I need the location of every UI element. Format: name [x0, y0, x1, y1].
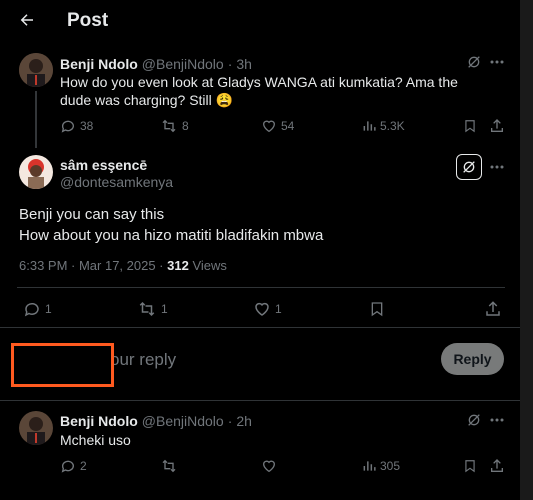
repost-icon [137, 300, 157, 318]
separator-dot: · [227, 56, 233, 72]
post-time[interactable]: 3h [236, 56, 252, 72]
post-text: How do you even look at Gladys WANGA ati… [60, 74, 458, 108]
like-action[interactable]: 1 [253, 300, 282, 318]
heart-icon[interactable] [261, 458, 277, 474]
post-header: Benji Ndolo @BenjiNdolo · 3h [60, 56, 252, 72]
views-icon [362, 458, 376, 474]
share-icon[interactable] [484, 300, 502, 318]
repost-icon[interactable] [160, 458, 178, 474]
heart-icon [253, 300, 271, 318]
divider [0, 400, 520, 401]
grok-icon[interactable] [466, 412, 482, 428]
reply-count: 38 [80, 119, 94, 133]
post-timestamp[interactable]: 6:33 PM · Mar 17, 2025 · [19, 258, 167, 273]
more-icon[interactable] [489, 55, 505, 69]
more-icon[interactable] [489, 413, 505, 427]
views-count: 5.3K [380, 119, 405, 133]
share-icon[interactable] [489, 118, 505, 134]
post-text: Mcheki uso [60, 432, 131, 448]
bookmark-icon[interactable] [369, 300, 385, 318]
post-meta: 6:33 PM · Mar 17, 2025 · 312 Views [19, 258, 227, 273]
views-label: Views [188, 258, 227, 273]
bookmark-icon[interactable] [463, 458, 477, 474]
like-action[interactable]: 54 [261, 118, 294, 134]
views-count: 312 [167, 258, 189, 273]
divider [17, 287, 505, 288]
post-time[interactable]: 2h [236, 413, 252, 429]
post-text-line: Benji you can say this [19, 206, 165, 223]
views-action[interactable]: 305 [362, 458, 400, 474]
avatar[interactable] [19, 411, 53, 445]
reply-count: 1 [45, 302, 52, 316]
author-name[interactable]: sâm esşencē [60, 157, 147, 173]
like-count: 54 [281, 119, 295, 133]
thread-line [35, 91, 37, 148]
author-handle[interactable]: @dontesamkenya [60, 174, 173, 190]
divider [0, 327, 520, 328]
views-icon [362, 118, 376, 134]
author-name[interactable]: Benji Ndolo [60, 56, 138, 72]
reply-composer-input[interactable]: our reply [110, 350, 176, 370]
reply-icon [60, 458, 76, 474]
reply-icon [23, 300, 41, 318]
author-handle[interactable]: @BenjiNdolo [142, 413, 224, 429]
back-arrow-icon[interactable] [18, 11, 36, 29]
highlight-box [11, 343, 114, 387]
post-text-line: How about you na hizo matiti bladifakin … [19, 227, 324, 244]
reply-action[interactable]: 2 [60, 458, 87, 474]
reply-action[interactable]: 38 [60, 118, 93, 134]
scrollbar[interactable] [520, 0, 533, 500]
avatar[interactable] [19, 53, 53, 87]
post-body: Benji you can say this How about you na … [19, 204, 323, 246]
grok-icon[interactable] [456, 154, 482, 180]
more-icon[interactable] [489, 160, 505, 174]
share-icon[interactable] [489, 458, 505, 474]
repost-count: 8 [182, 119, 189, 133]
author-handle[interactable]: @BenjiNdolo [142, 56, 224, 72]
like-count: 1 [275, 302, 282, 316]
reply-button[interactable]: Reply [441, 343, 504, 375]
heart-icon [261, 118, 277, 134]
repost-action[interactable]: 1 [137, 300, 168, 318]
views-count: 305 [380, 459, 401, 473]
reply-count: 2 [80, 459, 87, 473]
author-name[interactable]: Benji Ndolo [60, 413, 138, 429]
page-title: Post [67, 10, 109, 31]
avatar[interactable] [19, 155, 53, 189]
reply-icon [60, 118, 76, 134]
reply-action[interactable]: 1 [23, 300, 52, 318]
views-action[interactable]: 5.3K [362, 118, 405, 134]
bookmark-icon[interactable] [463, 118, 477, 134]
repost-action[interactable]: 8 [160, 118, 189, 134]
repost-count: 1 [161, 302, 168, 316]
post-header: Benji Ndolo @BenjiNdolo · 2h [60, 413, 252, 429]
repost-icon [160, 118, 178, 134]
grok-icon[interactable] [466, 54, 482, 70]
separator-dot: · [227, 413, 233, 429]
